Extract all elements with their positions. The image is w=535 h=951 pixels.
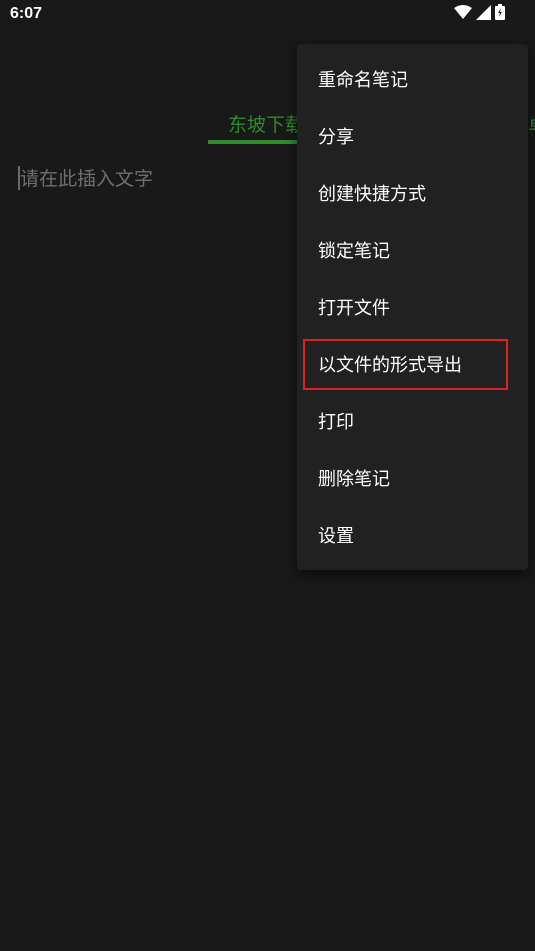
overflow-menu: 重命名笔记 分享 创建快捷方式 锁定笔记 打开文件 以文件的形式导出 打印 删除… — [297, 44, 528, 570]
menu-item-label: 锁定笔记 — [318, 241, 390, 262]
menu-item-share[interactable]: 分享 — [297, 105, 528, 162]
menu-item-open-file[interactable]: 打开文件 — [297, 276, 528, 333]
menu-item-print[interactable]: 打印 — [297, 390, 528, 447]
menu-item-label: 创建快捷方式 — [318, 184, 426, 205]
menu-item-label: 删除笔记 — [318, 469, 390, 490]
highlight-box — [303, 339, 508, 390]
tab-active[interactable]: 东坡下载 — [228, 110, 304, 137]
menu-item-delete-note[interactable]: 删除笔记 — [297, 447, 528, 504]
menu-item-label: 分享 — [318, 127, 354, 148]
menu-item-settings[interactable]: 设置 — [297, 504, 528, 561]
editor-placeholder: 请在此插入文字 — [20, 168, 154, 190]
tab-indicator — [208, 140, 308, 144]
status-icons — [454, 4, 505, 24]
screen: 6:07 东坡下载 卓 请在此插入文字 重命名笔记 — [0, 0, 535, 951]
signal-icon — [476, 4, 491, 24]
tab-next[interactable]: 卓 — [528, 110, 535, 137]
battery-icon — [495, 4, 505, 24]
menu-item-label: 重命名笔记 — [318, 70, 408, 91]
menu-item-label: 设置 — [318, 526, 354, 547]
wifi-icon — [454, 4, 472, 24]
status-time: 6:07 — [10, 5, 43, 22]
menu-item-rename-note[interactable]: 重命名笔记 — [297, 48, 528, 105]
status-bar: 6:07 — [0, 0, 535, 30]
note-editor[interactable]: 请在此插入文字 — [18, 162, 288, 192]
menu-item-create-shortcut[interactable]: 创建快捷方式 — [297, 162, 528, 219]
menu-item-label: 打印 — [318, 412, 354, 433]
menu-item-lock-note[interactable]: 锁定笔记 — [297, 219, 528, 276]
menu-item-label: 打开文件 — [318, 298, 390, 319]
